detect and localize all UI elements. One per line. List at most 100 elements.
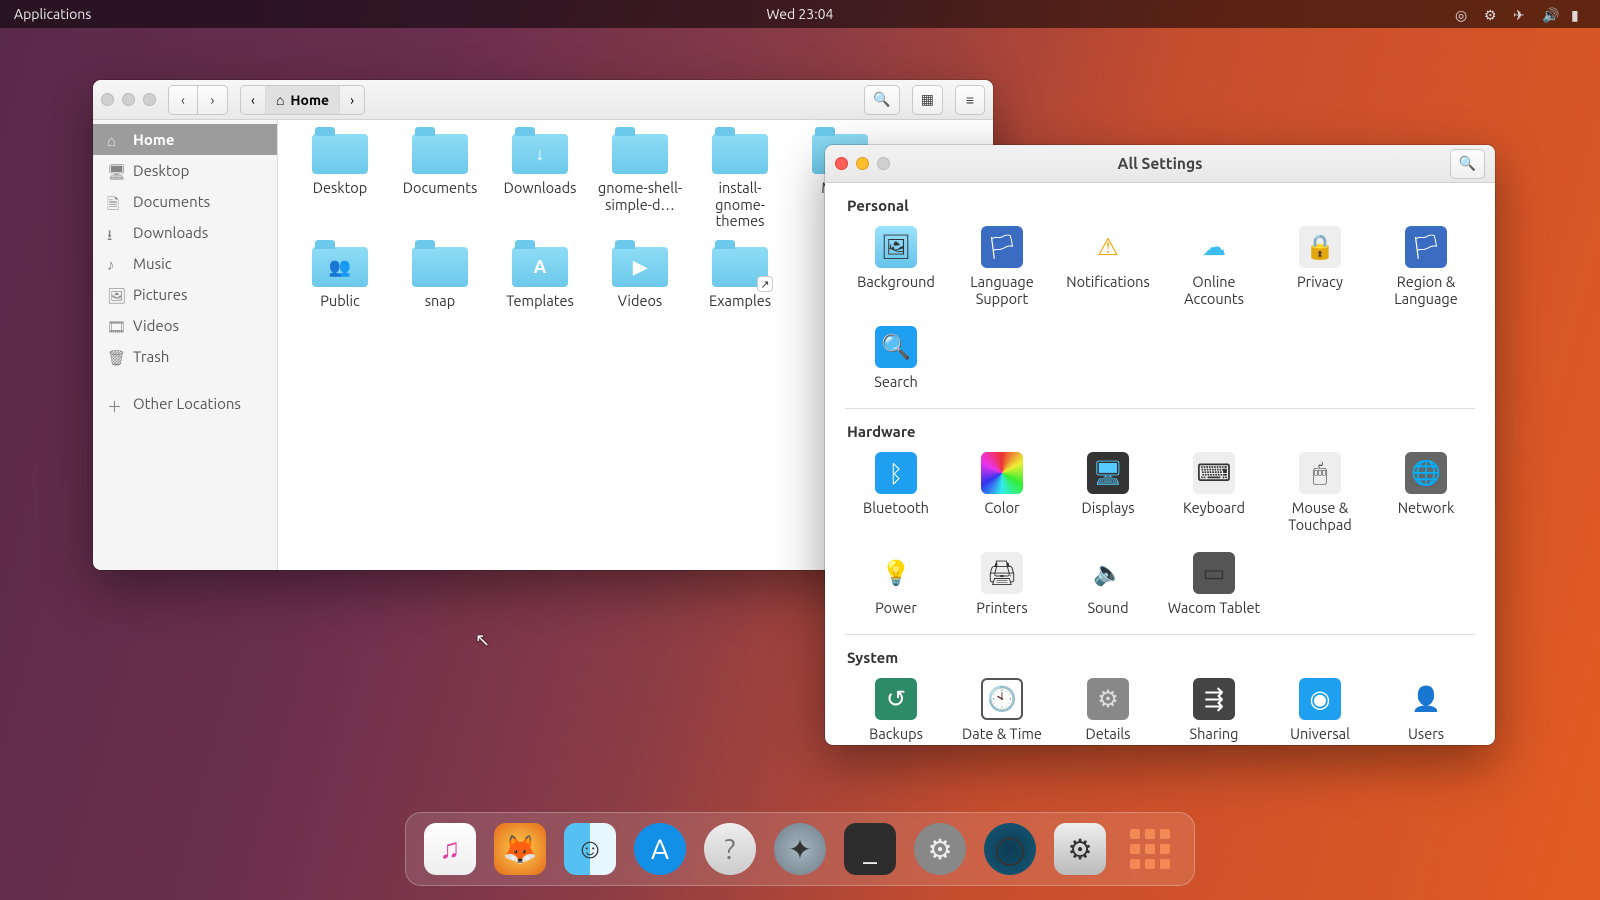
applications-menu[interactable]: Applications	[14, 6, 91, 22]
close-button[interactable]	[835, 157, 848, 170]
folder-downloads[interactable]: Downloads	[494, 134, 586, 229]
settings-bluetooth[interactable]: ᛒBluetooth	[845, 448, 947, 537]
folder-examples[interactable]: ↗Examples	[694, 247, 786, 310]
dock-software[interactable]: A	[634, 823, 686, 875]
settings-item-label: Bluetooth	[863, 500, 929, 517]
settings-keyboard[interactable]: ⌨Keyboard	[1163, 448, 1265, 537]
sidebar-item-pictures[interactable]: 🖼Pictures	[93, 279, 277, 310]
folder-gnome-shell[interactable]: gnome-shell-simple-d…	[594, 134, 686, 229]
search-button[interactable]: 🔍	[864, 85, 899, 115]
panel-clock[interactable]: Wed 23:04	[767, 6, 834, 22]
gear-icon: ⚙	[1087, 678, 1129, 720]
settings-item-label: Language Support	[951, 274, 1053, 307]
folder-videos[interactable]: Videos	[594, 247, 686, 310]
share-icon: ⇶	[1193, 678, 1235, 720]
hamburger-menu-button[interactable]: ≡	[955, 85, 985, 115]
sidebar-item-other-locations[interactable]: ＋Other Locations	[93, 388, 277, 419]
sidebar-item-documents[interactable]: 🗎Documents	[93, 186, 277, 217]
settings-privacy[interactable]: 🔒Privacy	[1269, 222, 1371, 311]
sidebar-item-label: Downloads	[133, 224, 208, 241]
trash-icon: 🗑	[107, 349, 123, 365]
dock-settings[interactable]: ⚙	[914, 823, 966, 875]
back-button[interactable]: ‹	[168, 85, 198, 115]
dock-firefox[interactable]: 🦊	[494, 823, 546, 875]
settings-notifications[interactable]: ⚠Notifications	[1057, 222, 1159, 311]
path-next-button[interactable]: ›	[340, 86, 364, 114]
folder-icon	[312, 134, 368, 174]
indicator-generic-icon[interactable]: ◎	[1455, 7, 1470, 22]
settings-mouse[interactable]: 🖱Mouse & Touchpad	[1269, 448, 1371, 537]
settings-network[interactable]: 🌐Network	[1375, 448, 1477, 537]
settings-language[interactable]: 🏳Language Support	[951, 222, 1053, 311]
settings-wacom[interactable]: ▭Wacom Tablet	[1163, 548, 1265, 621]
dock-activity[interactable]: ◯	[984, 823, 1036, 875]
settings-universal-access[interactable]: ◉Universal Access	[1269, 674, 1371, 745]
path-prev-button[interactable]: ‹	[241, 86, 266, 114]
settings-item-label: Date & Time	[962, 726, 1042, 743]
settings-item-label: Background	[857, 274, 935, 291]
settings-printers[interactable]: 🖨Printers	[951, 548, 1053, 621]
folder-install-themes[interactable]: install-gnome-themes	[694, 134, 786, 229]
settings-background[interactable]: 🖼 Background	[845, 222, 947, 311]
sidebar-item-trash[interactable]: 🗑Trash	[93, 341, 277, 372]
folder-snap[interactable]: snap	[394, 247, 486, 310]
path-home[interactable]: ⌂ Home	[266, 86, 340, 114]
airplane-icon[interactable]: ✈	[1513, 7, 1528, 22]
folder-desktop[interactable]: Desktop	[294, 134, 386, 229]
top-panel: Applications Wed 23:04 ◎ ⚙ ✈ 🔊 ▮	[0, 0, 1600, 28]
settings-backups[interactable]: ↺Backups	[845, 674, 947, 745]
battery-icon[interactable]: ▮	[1571, 7, 1586, 22]
maximize-button[interactable]	[877, 157, 890, 170]
folder-label: gnome-shell-simple-d…	[594, 180, 686, 213]
network-icon[interactable]: ⚙	[1484, 7, 1499, 22]
folder-label: Videos	[618, 293, 662, 310]
folder-public[interactable]: Public	[294, 247, 386, 310]
sidebar-item-downloads[interactable]: ⭳Downloads	[93, 217, 277, 248]
accessibility-icon: ◉	[1299, 678, 1341, 720]
sidebar-item-videos[interactable]: 🎞Videos	[93, 310, 277, 341]
dock-music[interactable]: ♫	[424, 823, 476, 875]
sidebar-item-label: Home	[133, 131, 174, 148]
background-icon: 🖼	[875, 226, 917, 268]
dock-tweaks[interactable]: ⚙	[1054, 823, 1106, 875]
settings-displays[interactable]: 🖥Displays	[1057, 448, 1159, 537]
settings-details[interactable]: ⚙Details	[1057, 674, 1159, 745]
settings-search-button[interactable]: 🔍	[1450, 149, 1485, 179]
minimize-button[interactable]	[856, 157, 869, 170]
maximize-button[interactable]	[143, 93, 156, 106]
settings-online-accounts[interactable]: ☁Online Accounts	[1163, 222, 1265, 311]
settings-sound[interactable]: 🔈Sound	[1057, 548, 1159, 621]
minimize-button[interactable]	[122, 93, 135, 106]
settings-users[interactable]: 👤Users	[1375, 674, 1477, 745]
view-grid-button[interactable]: ▦	[912, 85, 943, 115]
settings-power[interactable]: 💡Power	[845, 548, 947, 621]
sidebar-item-desktop[interactable]: 🖥Desktop	[93, 155, 277, 186]
settings-titlebar[interactable]: All Settings 🔍	[825, 145, 1495, 183]
folder-documents[interactable]: Documents	[394, 134, 486, 229]
shield-warning-icon: ⚠	[1087, 226, 1129, 268]
settings-sharing[interactable]: ⇶Sharing	[1163, 674, 1265, 745]
folder-templates[interactable]: Templates	[494, 247, 586, 310]
close-button[interactable]	[101, 93, 114, 106]
settings-region[interactable]: 🏳Region & Language	[1375, 222, 1477, 311]
settings-date-time[interactable]: 🕙Date & Time	[951, 674, 1053, 745]
forward-button[interactable]: ›	[198, 85, 228, 115]
dock-help[interactable]: ?	[704, 823, 756, 875]
volume-icon[interactable]: 🔊	[1542, 7, 1557, 22]
dock-files[interactable]: ☺	[564, 823, 616, 875]
dock-show-apps[interactable]	[1124, 823, 1176, 875]
sidebar-item-music[interactable]: ♪Music	[93, 248, 277, 279]
settings-item-label: Keyboard	[1183, 500, 1245, 517]
folder-label: Examples	[709, 293, 771, 310]
settings-color[interactable]: Color	[951, 448, 1053, 537]
settings-title: All Settings	[1118, 155, 1203, 172]
sidebar-item-home[interactable]: ⌂Home	[93, 124, 277, 155]
dock-screenshot[interactable]: ✦	[774, 823, 826, 875]
dock-terminal[interactable]: _	[844, 823, 896, 875]
settings-body: Personal 🖼Background 🏳Language Support ⚠…	[825, 183, 1495, 745]
folder-icon	[412, 134, 468, 174]
settings-search[interactable]: 🔍Search	[845, 322, 947, 395]
files-titlebar[interactable]: ‹ › ‹ ⌂ Home › 🔍 ▦ ≡	[93, 80, 993, 120]
settings-item-label: Network	[1398, 500, 1455, 517]
folder-label: Documents	[403, 180, 478, 197]
